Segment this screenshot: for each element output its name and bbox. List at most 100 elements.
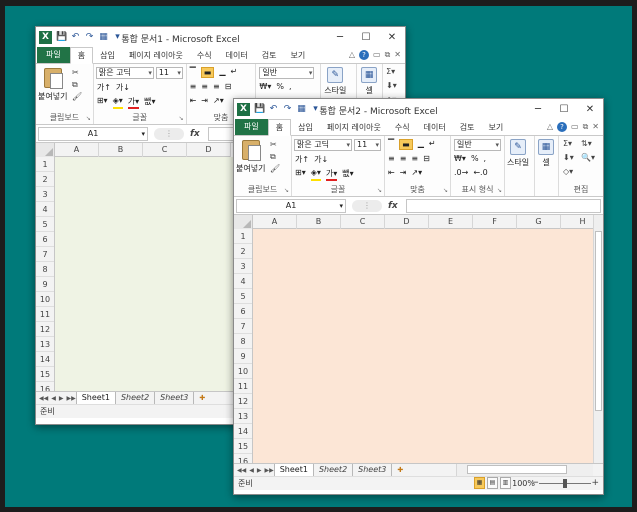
- maximize-icon[interactable]: ☐: [353, 27, 379, 47]
- copy-icon[interactable]: ⧉: [72, 80, 78, 90]
- paste-button[interactable]: 붙여넣기: [236, 163, 265, 174]
- number-format-select[interactable]: 일반: [259, 67, 315, 79]
- zoom-slider[interactable]: [539, 479, 591, 488]
- orientation-icon[interactable]: ↗▾: [411, 168, 422, 177]
- doc-minimize-icon[interactable]: ▭: [373, 50, 381, 60]
- row-header[interactable]: 8: [36, 262, 54, 277]
- redo-icon[interactable]: ↷: [282, 104, 293, 114]
- align-top-icon[interactable]: ▔: [388, 139, 394, 150]
- font-name-select[interactable]: 맑은 고딕: [95, 67, 154, 79]
- font-size-select[interactable]: 11: [354, 139, 381, 151]
- merge-icon[interactable]: ⊟: [423, 154, 430, 163]
- align-middle-icon[interactable]: ▬: [399, 139, 413, 150]
- align-left-icon[interactable]: ≡: [190, 82, 197, 91]
- help-icon[interactable]: ?: [359, 50, 370, 60]
- column-header[interactable]: C: [143, 143, 187, 157]
- row-header[interactable]: 13: [234, 409, 252, 424]
- save-icon[interactable]: 💾: [56, 32, 67, 42]
- horizontal-scrollbar[interactable]: [456, 464, 593, 476]
- save-icon[interactable]: 💾: [254, 104, 265, 114]
- name-box[interactable]: A1: [38, 126, 148, 141]
- row-header[interactable]: 3: [234, 259, 252, 274]
- redo-icon[interactable]: ↷: [84, 32, 95, 42]
- align-left-icon[interactable]: ≡: [388, 154, 395, 163]
- column-header[interactable]: G: [517, 215, 561, 229]
- tab-review[interactable]: 검토: [255, 48, 284, 63]
- paste-icon[interactable]: [44, 68, 63, 89]
- column-header[interactable]: E: [429, 215, 473, 229]
- minimize-icon[interactable]: ─: [525, 99, 551, 119]
- row-header[interactable]: 2: [234, 244, 252, 259]
- column-header[interactable]: D: [385, 215, 429, 229]
- dialog-launcher-icon[interactable]: ↘: [179, 115, 184, 122]
- font-size-select[interactable]: 11: [155, 67, 183, 79]
- first-sheet-icon[interactable]: ◀◀: [39, 395, 48, 402]
- autosum-icon[interactable]: Σ▾: [563, 139, 572, 148]
- row-header[interactable]: 2: [36, 172, 54, 187]
- row-header[interactable]: 16: [234, 454, 252, 463]
- increase-indent-icon[interactable]: ⇥: [400, 168, 407, 177]
- title-bar[interactable]: X 💾 ↶ ↷ ▦ ▾ 통합 문서1 - Microsoft Excel ─ ☐…: [36, 27, 405, 47]
- tab-insert[interactable]: 삽입: [291, 120, 320, 135]
- row-header[interactable]: 13: [36, 337, 54, 352]
- column-header[interactable]: A: [55, 143, 99, 157]
- row-header[interactable]: 3: [36, 187, 54, 202]
- cut-icon[interactable]: ✂: [72, 68, 79, 77]
- tab-view[interactable]: 보기: [283, 48, 312, 63]
- border-icon[interactable]: ⊞▾: [295, 168, 306, 181]
- paste-button[interactable]: 붙여넣기: [38, 91, 67, 102]
- tab-file[interactable]: 파일: [37, 47, 70, 63]
- row-header[interactable]: 7: [36, 247, 54, 262]
- horizontal-scroll-thumb[interactable]: [467, 465, 567, 474]
- tab-home[interactable]: 홈: [267, 119, 292, 136]
- border-icon[interactable]: ⊞▾: [97, 96, 108, 109]
- last-sheet-icon[interactable]: ▶▶: [264, 467, 273, 474]
- select-all-button[interactable]: [36, 143, 55, 157]
- accounting-format-icon[interactable]: ₩▾: [259, 82, 271, 91]
- phonetic-icon[interactable]: 뺎▾: [342, 168, 353, 181]
- align-center-icon[interactable]: ≡: [400, 154, 407, 163]
- fill-icon[interactable]: ⬇▾: [563, 153, 574, 162]
- help-icon[interactable]: ?: [557, 122, 568, 132]
- format-painter-icon[interactable]: 🖌: [270, 164, 280, 173]
- autosum-icon[interactable]: Σ▾: [386, 67, 395, 76]
- zoom-out-icon[interactable]: −: [531, 477, 539, 490]
- column-header[interactable]: F: [473, 215, 517, 229]
- cells-button[interactable]: ▦ 셀: [538, 139, 554, 168]
- column-header[interactable]: C: [341, 215, 385, 229]
- name-box[interactable]: A1: [236, 198, 346, 213]
- tab-data[interactable]: 데이터: [417, 120, 453, 135]
- styles-button[interactable]: ✎ 스타일: [324, 67, 346, 96]
- next-sheet-icon[interactable]: ▶: [257, 467, 262, 474]
- title-bar[interactable]: X 💾 ↶ ↷ ▦ ▾ 통합 문서2 - Microsoft Excel ─ ☐…: [234, 99, 603, 119]
- sheet-tab-1[interactable]: Sheet1: [273, 464, 314, 476]
- row-header[interactable]: 11: [36, 307, 54, 322]
- row-header[interactable]: 6: [234, 304, 252, 319]
- align-middle-icon[interactable]: ▬: [200, 67, 215, 78]
- sort-filter-icon[interactable]: ⇅▾: [581, 139, 592, 148]
- row-header[interactable]: 9: [234, 349, 252, 364]
- minimize-icon[interactable]: ─: [327, 27, 353, 47]
- row-header[interactable]: 8: [234, 334, 252, 349]
- close-icon[interactable]: ✕: [577, 99, 603, 119]
- prev-sheet-icon[interactable]: ◀: [51, 395, 56, 402]
- clear-icon[interactable]: ◇▾: [563, 167, 573, 176]
- row-header[interactable]: 6: [36, 232, 54, 247]
- excel-logo-icon[interactable]: X: [39, 30, 52, 44]
- insert-function-button[interactable]: fx: [190, 129, 200, 139]
- sheet-tab-2[interactable]: Sheet2: [116, 392, 156, 404]
- row-header[interactable]: 12: [234, 394, 252, 409]
- row-header[interactable]: 1: [234, 229, 252, 244]
- align-bottom-icon[interactable]: ▁: [418, 139, 424, 150]
- tab-page-layout[interactable]: 페이지 레이아웃: [320, 120, 388, 135]
- form-icon[interactable]: ▦: [296, 104, 307, 114]
- sheet-tab-3[interactable]: Sheet3: [155, 392, 195, 404]
- column-header[interactable]: B: [99, 143, 143, 157]
- doc-close-icon[interactable]: ✕: [394, 50, 401, 60]
- comma-icon[interactable]: ,: [484, 154, 487, 163]
- ribbon-minimize-icon[interactable]: △: [547, 122, 553, 132]
- doc-restore-icon[interactable]: ⧉: [385, 50, 391, 60]
- dialog-launcher-icon[interactable]: ↘: [443, 187, 448, 194]
- formula-input[interactable]: [406, 199, 601, 213]
- decrease-indent-icon[interactable]: ⇤: [388, 168, 395, 177]
